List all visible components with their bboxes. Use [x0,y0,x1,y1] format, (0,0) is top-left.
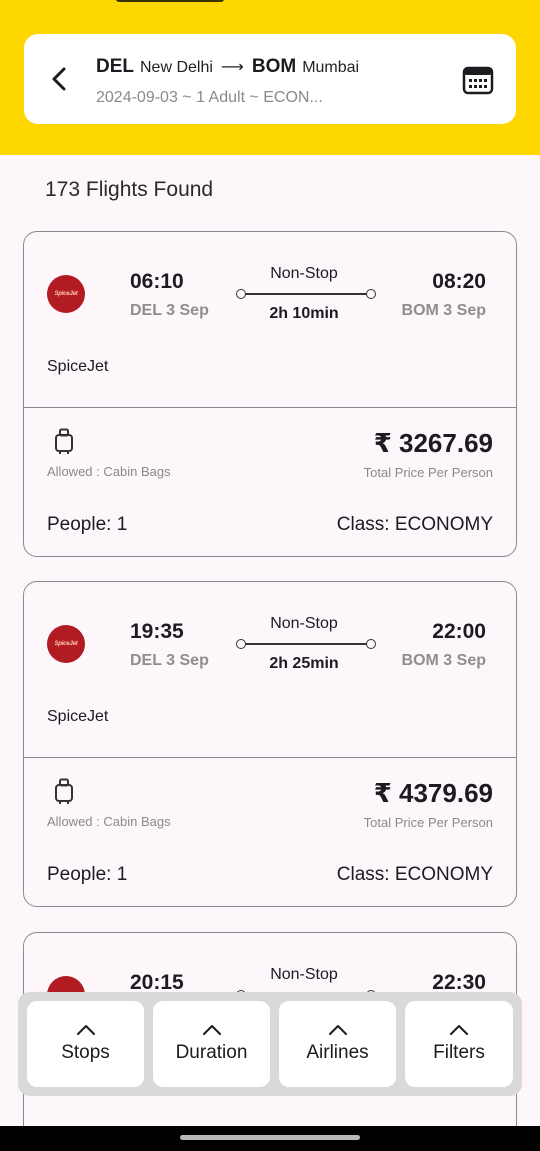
cabin-class: Class: ECONOMY [336,514,493,535]
route-arrow: ⟶ [220,59,244,76]
departure-info: DEL 3 Sep [130,302,209,319]
chevron-left-icon [52,67,66,91]
search-details: 2024-09-03 ~ 1 Adult ~ ECON... [96,89,323,106]
airline-logo: SpiceJet [47,625,85,663]
header-band: DEL New Delhi ⟶ BOM Mumbai 2024-09-03 ~ … [0,0,540,155]
luggage-icon [55,778,73,804]
calendar-button[interactable] [460,62,496,98]
route-track [236,288,376,300]
price: ₹ 3267.69 [373,428,493,458]
route-line: DEL New Delhi ⟶ BOM Mumbai [96,56,359,78]
stops-label: Non-Stop [270,966,338,983]
price-note: Total Price Per Person [363,465,493,480]
sort-duration-button[interactable]: Duration [153,1001,270,1087]
departure-time: 19:35 [130,620,184,643]
status-notch [116,0,224,2]
baggage-allowance: Allowed : Cabin Bags [47,814,171,829]
sort-stops-button[interactable]: Stops [27,1001,144,1087]
origin-code: DEL [96,56,134,77]
chevron-up-icon [328,1025,347,1035]
origin-city: New Delhi [140,59,213,76]
price-note: Total Price Per Person [363,815,493,830]
flight-card[interactable]: SpiceJet 19:35 DEL 3 Sep Non-Stop 2h 25m… [23,581,517,907]
arrival-info: BOM 3 Sep [401,302,486,319]
back-button[interactable] [40,59,80,99]
sort-airlines-label: Airlines [306,1042,369,1063]
airline-name: SpiceJet [47,708,109,725]
airline-logo-text: SpiceJet [54,641,78,647]
people-count: People: 1 [47,864,128,885]
route-summary-card[interactable]: DEL New Delhi ⟶ BOM Mumbai 2024-09-03 ~ … [24,34,516,124]
sort-filter-bar: Stops Duration Airlines Filters [18,992,522,1096]
flight-duration: 2h 25min [269,655,339,672]
destination-city: Mumbai [302,59,360,76]
sort-duration-label: Duration [175,1042,248,1063]
flight-card-footer: Allowed : Cabin Bags ₹ 4379.69 Total Pri… [24,758,516,906]
departure-time: 06:10 [130,270,184,293]
home-gesture-handle[interactable] [180,1135,360,1140]
baggage-allowance: Allowed : Cabin Bags [47,464,171,479]
chevron-up-icon [76,1025,95,1035]
flight-card-header: SpiceJet 19:35 DEL 3 Sep Non-Stop 2h 25m… [24,582,516,758]
sort-stops-label: Stops [61,1042,110,1063]
filters-label: Filters [433,1042,485,1063]
results-count: 173 Flights Found [45,178,214,201]
arrival-time: 22:00 [432,620,486,643]
airline-name: SpiceJet [47,358,109,375]
arrival-info: BOM 3 Sep [401,652,486,669]
departure-info: DEL 3 Sep [130,652,209,669]
stops-label: Non-Stop [270,615,338,632]
chevron-up-icon [450,1025,468,1035]
filters-button[interactable]: Filters [405,1001,513,1087]
cabin-class: Class: ECONOMY [336,864,493,885]
route-track [236,638,376,650]
flight-card-footer: Allowed : Cabin Bags ₹ 3267.69 Total Pri… [24,408,516,556]
people-count: People: 1 [47,514,128,535]
luggage-icon [55,428,73,454]
chevron-up-icon [202,1025,221,1035]
flight-card-header: SpiceJet 06:10 DEL 3 Sep Non-Stop 2h 10m… [24,232,516,408]
airline-logo: SpiceJet [47,275,85,313]
stops-label: Non-Stop [270,265,338,282]
arrival-time: 08:20 [432,270,486,293]
sort-airlines-button[interactable]: Airlines [279,1001,396,1087]
calendar-icon [462,66,494,95]
destination-code: BOM [251,56,297,77]
flight-card[interactable]: SpiceJet 06:10 DEL 3 Sep Non-Stop 2h 10m… [23,231,517,557]
system-navigation-bar [0,1126,540,1151]
price: ₹ 4379.69 [373,778,493,808]
airline-logo-text: SpiceJet [54,291,78,297]
flight-duration: 2h 10min [269,305,339,322]
